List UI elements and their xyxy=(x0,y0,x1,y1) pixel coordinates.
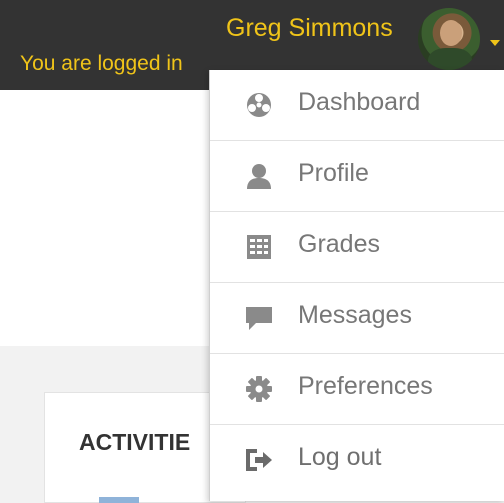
dashboard-icon xyxy=(244,90,274,120)
menu-item-label: Log out xyxy=(298,443,382,471)
menu-item-dashboard[interactable]: Dashboard xyxy=(210,70,504,141)
menu-item-logout[interactable]: Log out xyxy=(210,425,504,495)
activities-link-partial[interactable] xyxy=(99,497,139,503)
menu-item-label: Dashboard xyxy=(298,88,421,116)
table-icon xyxy=(244,232,274,262)
menu-item-preferences[interactable]: Preferences xyxy=(210,354,504,425)
gear-icon xyxy=(244,374,274,404)
menu-item-label: Profile xyxy=(298,159,369,187)
avatar[interactable] xyxy=(418,8,480,70)
menu-item-grades[interactable]: Grades xyxy=(210,212,504,283)
user-icon xyxy=(244,161,274,191)
menu-item-label: Preferences xyxy=(298,372,433,400)
user-dropdown-menu: Dashboard Profile Grades Messages Prefer… xyxy=(209,70,504,501)
menu-item-messages[interactable]: Messages xyxy=(210,283,504,354)
chevron-down-icon[interactable] xyxy=(490,40,500,46)
menu-item-label: Messages xyxy=(298,301,412,329)
activities-heading: ACTIVITIE xyxy=(79,429,191,455)
menu-item-label: Grades xyxy=(298,230,380,258)
sign-out-icon xyxy=(244,445,274,475)
logged-in-text: You are logged in xyxy=(20,52,183,75)
comment-icon xyxy=(244,303,274,333)
user-name-link[interactable]: Greg Simmons xyxy=(226,14,393,43)
menu-item-profile[interactable]: Profile xyxy=(210,141,504,212)
